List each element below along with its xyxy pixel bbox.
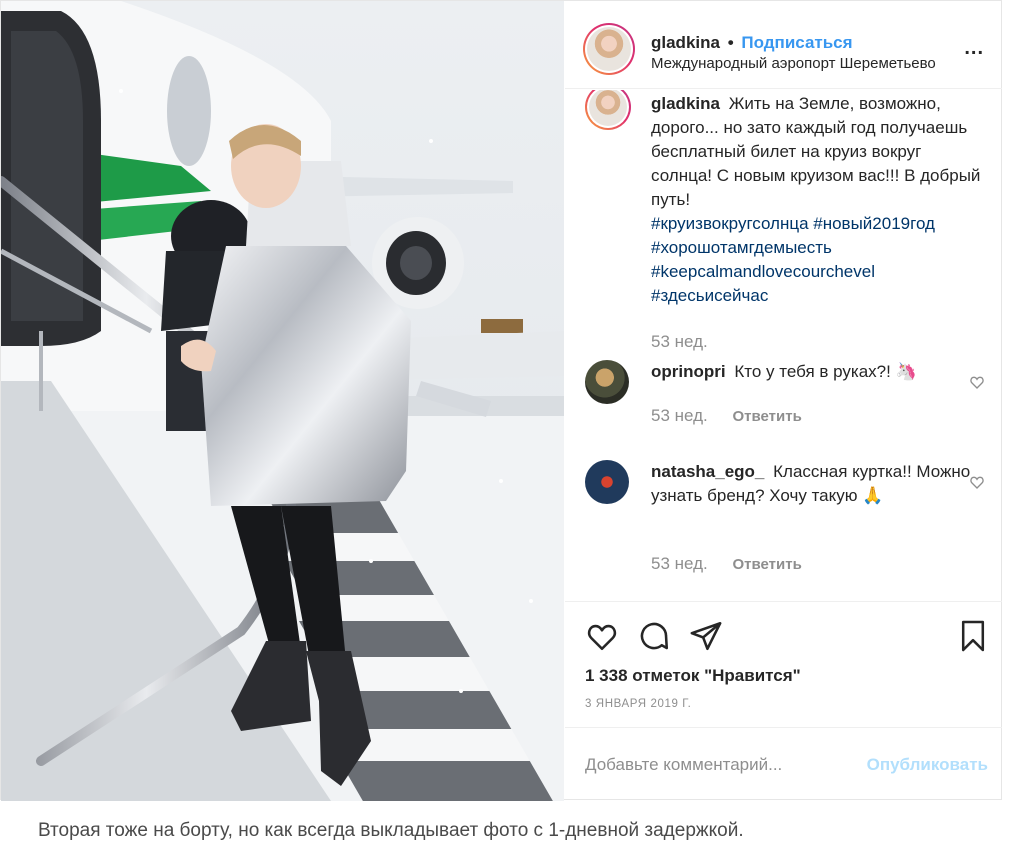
post-side-panel: gladkina • Подписаться Международный аэр…: [565, 1, 1002, 801]
post-photo-illustration: [1, 1, 564, 801]
comment-input[interactable]: [585, 755, 845, 775]
comment-time[interactable]: 53 нед.: [651, 554, 708, 573]
comment-avatar[interactable]: [585, 460, 629, 504]
add-comment-section: Опубликовать: [565, 727, 1002, 801]
reply-button[interactable]: Ответить: [732, 408, 801, 425]
hashtag-link[interactable]: #keepcalmandlovecourchevel: [651, 260, 981, 284]
hashtag-link[interactable]: #здесьисейчас: [651, 284, 981, 308]
comments-list[interactable]: gladkina Жить на Земле, возможно, дорого…: [565, 90, 1002, 601]
hashtag-link[interactable]: #хорошотамгдемыесть: [651, 236, 981, 260]
post-date[interactable]: 3 ЯНВАРЯ 2019 Г.: [585, 698, 691, 710]
post-actions: 1 338 отметок "Нравится" 3 ЯНВАРЯ 2019 Г…: [565, 601, 1002, 727]
likes-count[interactable]: 1 338 отметок "Нравится": [585, 666, 801, 686]
heart-icon[interactable]: [585, 619, 619, 653]
header-username[interactable]: gladkina: [651, 33, 720, 52]
comment-text: Кто у тебя в руках?! 🦄: [734, 362, 917, 381]
header-separator: •: [727, 33, 734, 52]
publish-button[interactable]: Опубликовать: [867, 755, 988, 775]
comment-username[interactable]: oprinopri: [651, 362, 726, 381]
follow-button[interactable]: Подписаться: [741, 33, 852, 52]
bookmark-icon[interactable]: [959, 619, 987, 653]
caption-time[interactable]: 53 нед.: [651, 332, 708, 352]
hashtag-link[interactable]: #круизвокругсолнца #новый2019год: [651, 212, 981, 236]
caption-text-block: gladkina Жить на Земле, возможно, дорого…: [651, 92, 981, 308]
location-link[interactable]: Международный аэропорт Шереметьево: [651, 55, 936, 72]
post-photo[interactable]: [1, 1, 564, 801]
heart-small-icon[interactable]: [969, 474, 985, 490]
reply-button[interactable]: Ответить: [732, 556, 801, 573]
more-icon[interactable]: ...: [964, 37, 984, 60]
instagram-post: gladkina • Подписаться Международный аэр…: [0, 0, 1002, 801]
caption-username[interactable]: gladkina: [651, 94, 720, 113]
post-header: gladkina • Подписаться Международный аэр…: [565, 1, 1002, 89]
comment-username[interactable]: natasha_ego_: [651, 462, 764, 481]
comment-text-block: natasha_ego_ Классная куртка!! Можно узн…: [651, 460, 981, 508]
comment-meta: 53 нед. Ответить: [651, 406, 802, 426]
comment-item: natasha_ego_ Классная куртка!! Можно узн…: [585, 460, 985, 580]
comment-avatar[interactable]: [585, 360, 629, 404]
avatar[interactable]: [583, 23, 635, 75]
header-user-line: gladkina • Подписаться: [651, 33, 853, 53]
page-caption: Вторая тоже на борту, но как всегда выкл…: [38, 820, 744, 841]
share-icon[interactable]: [689, 619, 723, 653]
comment-text-block: oprinopri Кто у тебя в руках?! 🦄: [651, 360, 981, 384]
comment-item: oprinopri Кто у тебя в руках?! 🦄 53 нед.…: [585, 360, 985, 440]
comment-meta: 53 нед. Ответить: [651, 554, 802, 574]
caption-comment: gladkina Жить на Земле, возможно, дорого…: [585, 90, 985, 352]
heart-small-icon[interactable]: [969, 374, 985, 390]
comment-icon[interactable]: [637, 619, 671, 653]
comment-time[interactable]: 53 нед.: [651, 406, 708, 425]
caption-avatar[interactable]: [585, 90, 631, 130]
